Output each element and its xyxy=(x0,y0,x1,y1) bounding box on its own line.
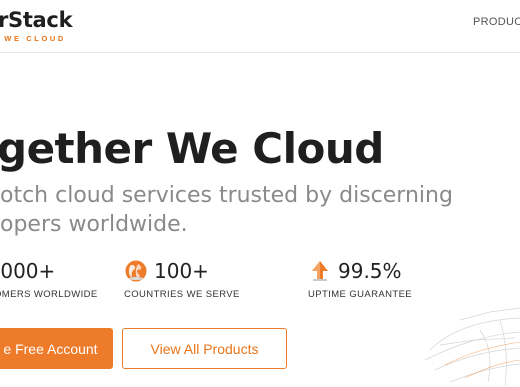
page: erStack ER WE CLOUD PRODUCT gether We Cl… xyxy=(0,0,520,387)
stat-customers: ,000+ OMERS WORLDWIDE xyxy=(0,259,98,300)
hero-subtitle: otch cloud services trusted by discernin… xyxy=(0,181,470,239)
stat-uptime-label: UPTIME GUARANTEE xyxy=(308,289,413,300)
uptime-arrow-icon xyxy=(308,259,332,283)
view-all-products-button[interactable]: View All Products xyxy=(122,328,287,369)
logo-tagline: ER WE CLOUD xyxy=(0,34,66,43)
site-header: erStack ER WE CLOUD PRODUCT xyxy=(0,0,520,53)
stat-countries: 100+ COUNTRIES WE SERVE xyxy=(124,259,240,300)
brand-logo[interactable]: erStack ER WE CLOUD xyxy=(0,8,73,43)
create-free-account-button[interactable]: e Free Account xyxy=(0,328,113,369)
hero-subtitle-line-1: otch cloud services trusted by discernin… xyxy=(0,183,453,208)
stat-uptime: 99.5% UPTIME GUARANTEE xyxy=(308,259,412,300)
stat-countries-value: 100+ xyxy=(154,259,209,283)
stat-uptime-value: 99.5% xyxy=(338,259,402,283)
cloud-lineart-decoration xyxy=(424,307,520,386)
logo-name: erStack xyxy=(0,8,73,32)
stat-customers-label: OMERS WORLDWIDE xyxy=(0,289,98,300)
nav-item-products[interactable]: PRODUCT xyxy=(473,16,520,28)
stat-countries-label: COUNTRIES WE SERVE xyxy=(124,289,240,300)
globe-icon xyxy=(124,259,148,283)
hero-title: gether We Cloud xyxy=(0,124,384,173)
hero-subtitle-line-2: opers worldwide. xyxy=(0,212,188,237)
stat-customers-value: ,000+ xyxy=(0,259,56,283)
